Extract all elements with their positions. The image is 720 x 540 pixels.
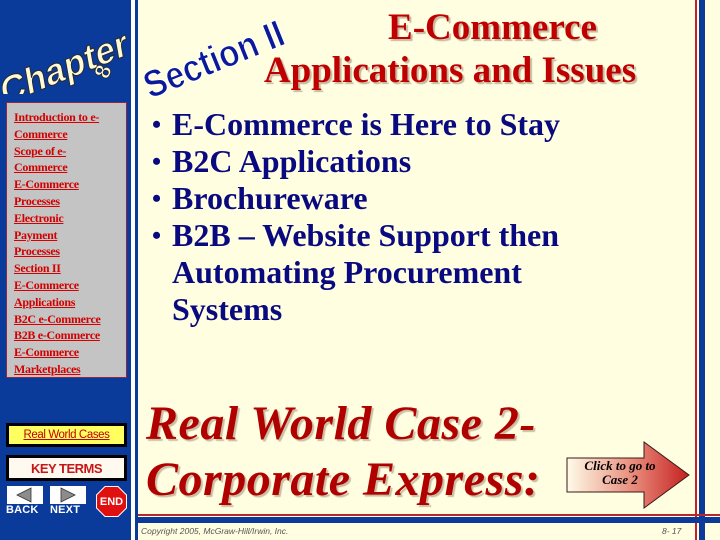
toc-link[interactable]: B2B e-Commerce — [14, 327, 124, 344]
bullet-item: • B2B – Website Support then Automating … — [152, 217, 692, 328]
sidebar-divider-line — [135, 0, 138, 540]
real-world-cases-button[interactable]: Real World Cases — [6, 423, 127, 447]
bullet-text: Brochureware — [172, 180, 368, 216]
bullet-text: B2C Applications — [172, 143, 412, 179]
triangle-right-icon — [60, 487, 76, 503]
toc-link[interactable]: Processes — [14, 243, 124, 260]
toc-link[interactable]: Section II — [14, 260, 124, 277]
next-label: NEXT — [50, 504, 81, 516]
bullet-item: • B2C Applications — [152, 143, 692, 180]
back-label: BACK — [6, 504, 39, 516]
end-button[interactable]: END — [96, 486, 127, 517]
go-to-case-2-button[interactable]: Click to go to Case 2 — [566, 441, 691, 509]
toc-link[interactable]: Payment — [14, 227, 124, 244]
page-number: 8- 17 — [662, 526, 682, 536]
right-border-red-line — [695, 0, 697, 540]
bullet-item: • E-Commerce is Here to Stay — [152, 106, 692, 143]
bullet-dot-icon: • — [152, 221, 162, 250]
back-button[interactable] — [7, 486, 43, 504]
footer-red-rule — [138, 514, 720, 516]
key-terms-label: KEY TERMS — [30, 460, 103, 476]
chapter-logo: Chapter 8 — [2, 21, 130, 94]
bullet-text: B2B – Website Support then Automating Pr… — [172, 217, 560, 327]
table-of-contents: Introduction to e- Commerce Scope of e- … — [6, 102, 127, 378]
toc-link[interactable]: Electronic — [14, 210, 124, 227]
footer-blue-band — [138, 517, 720, 523]
right-border-blue-band — [699, 0, 705, 540]
bullet-text: E-Commerce is Here to Stay — [172, 106, 561, 142]
real-world-cases-label: Real World Cases — [23, 429, 110, 441]
toc-link[interactable]: Introduction to e- — [14, 109, 124, 126]
toc-link[interactable]: Applications — [14, 294, 124, 311]
bullet-item: • Brochureware — [152, 180, 692, 217]
toc-link[interactable]: Commerce — [14, 159, 124, 176]
end-label: END — [99, 495, 124, 508]
toc-link[interactable]: B2C e-Commerce — [14, 311, 124, 328]
slide-title-line1: E-Commerce — [388, 7, 597, 48]
toc-link[interactable]: Scope of e- — [14, 143, 124, 160]
copyright-text: Copyright 2005, McGraw-Hill/Irwin, Inc. — [141, 526, 289, 536]
triangle-left-icon — [16, 487, 32, 503]
bullet-dot-icon: • — [152, 110, 162, 139]
next-button[interactable] — [50, 486, 86, 504]
toc-link[interactable]: Processes — [14, 193, 124, 210]
toc-link[interactable]: Marketplaces — [14, 361, 124, 378]
case-title-line1: Real World Case 2- — [146, 397, 536, 450]
bullet-dot-icon: • — [152, 184, 162, 213]
case-title-line2: Corporate Express: — [146, 453, 541, 506]
toc-link[interactable]: E-Commerce — [14, 176, 124, 193]
arrow-label-line1: Click to go to — [584, 458, 656, 473]
slide-title: E-Commerce Applications and Issues — [210, 6, 690, 92]
bullet-dot-icon: • — [152, 147, 162, 176]
chapter-logo-word: Chapter — [2, 21, 130, 94]
arrow-label-line2: Case 2 — [602, 472, 638, 487]
bullet-list: • E-Commerce is Here to Stay • B2C Appli… — [152, 106, 692, 328]
toc-link[interactable]: Commerce — [14, 126, 124, 143]
key-terms-button[interactable]: KEY TERMS — [6, 455, 127, 481]
toc-link[interactable]: E-Commerce — [14, 344, 124, 361]
case-title: Real World Case 2- Corporate Express: — [146, 396, 540, 508]
go-to-case-2-label: Click to go to Case 2 — [570, 459, 670, 487]
slide-title-line2: Applications and Issues — [263, 50, 637, 91]
toc-link[interactable]: E-Commerce — [14, 277, 124, 294]
